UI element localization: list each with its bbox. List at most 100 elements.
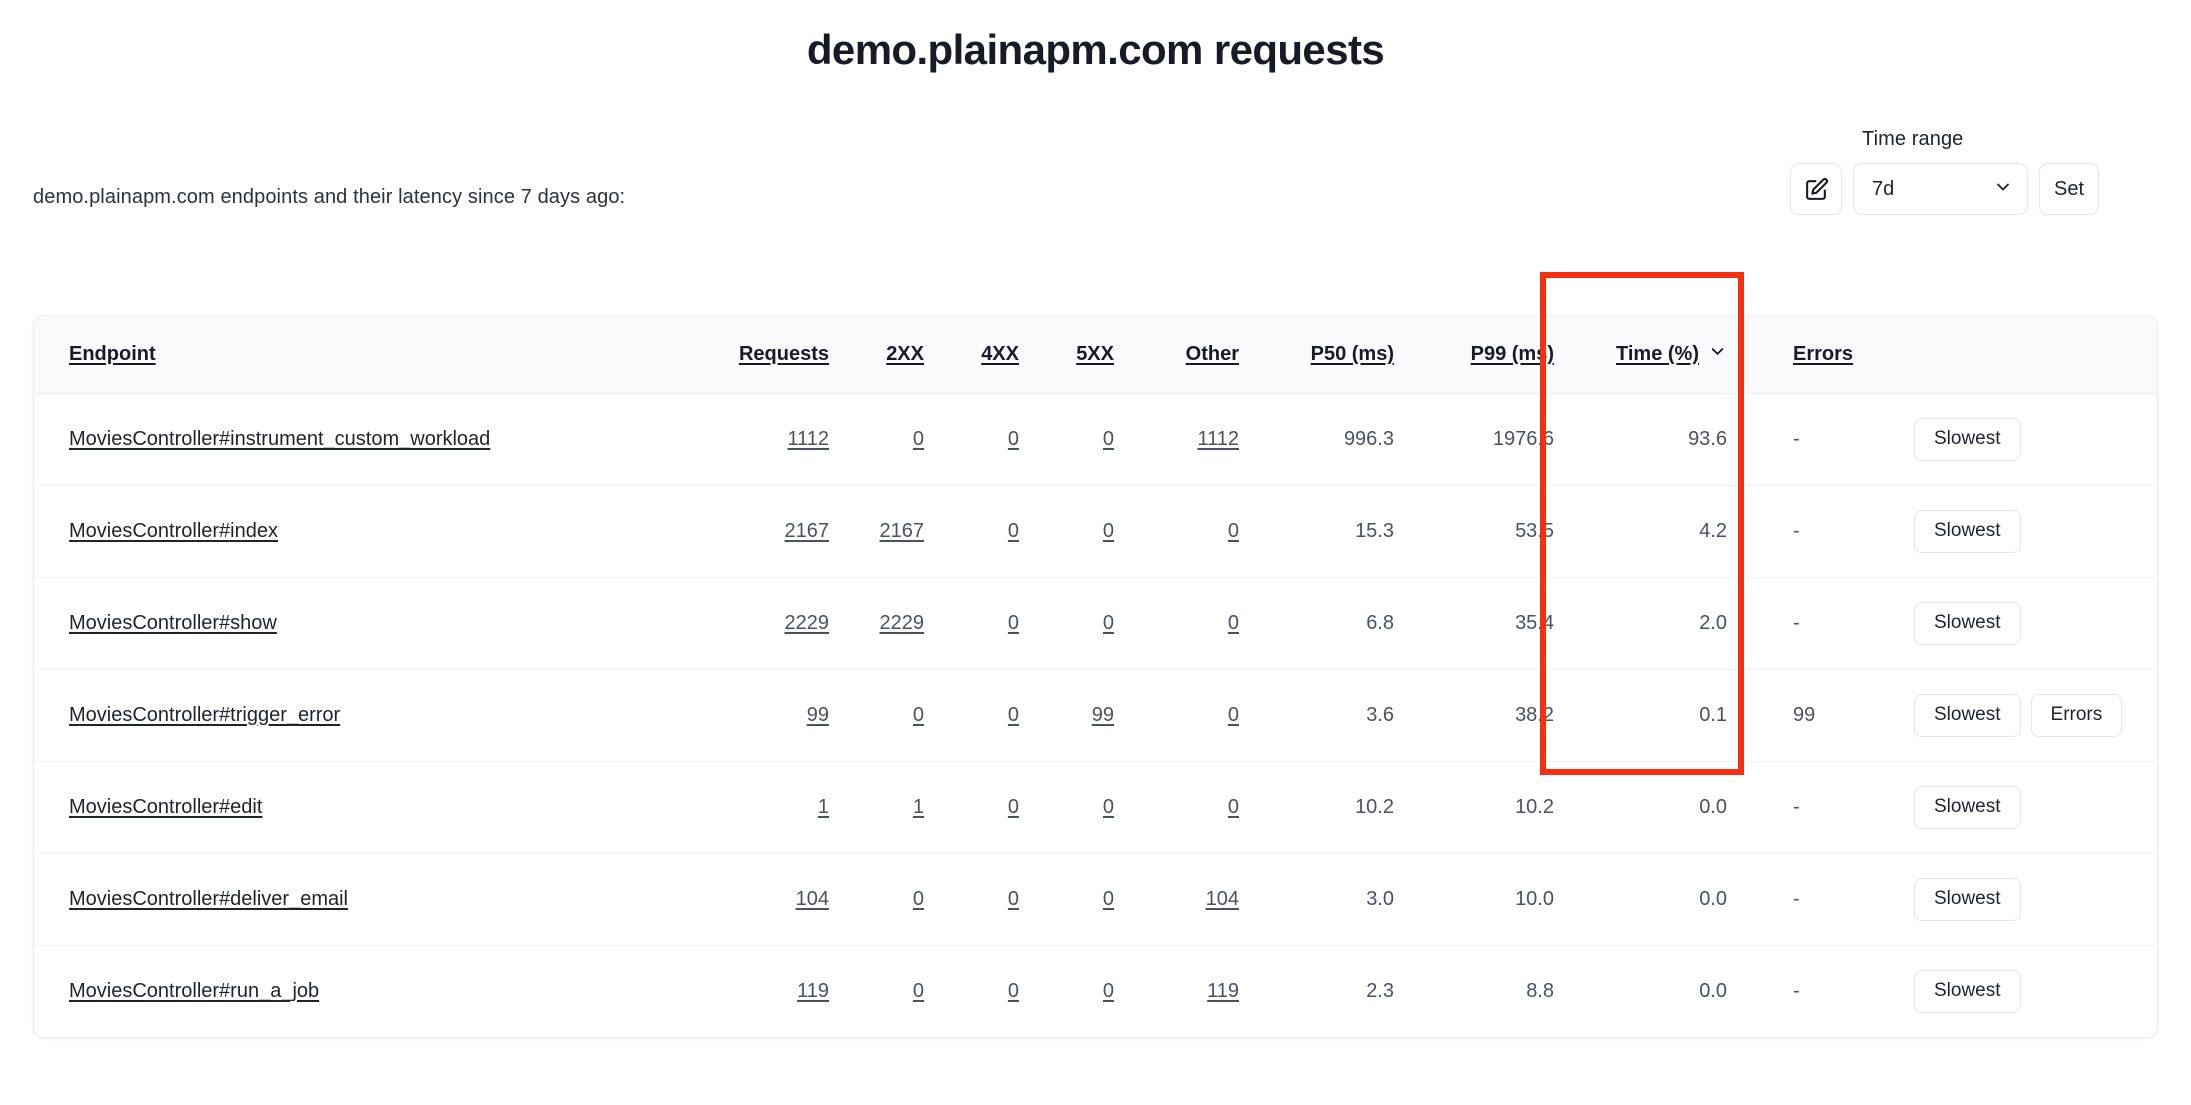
cell-requests: 119 (654, 945, 829, 1037)
cell-2xx: 2167 (829, 485, 925, 578)
slowest-button[interactable]: Slowest (1914, 693, 2021, 737)
count-2xx-link[interactable]: 2167 (880, 520, 925, 542)
count-4xx-link[interactable]: 0 (1008, 612, 1019, 634)
count-2xx-link[interactable]: 0 (913, 704, 924, 726)
count-2xx-link[interactable]: 0 (913, 980, 924, 1002)
requests-link[interactable]: 99 (807, 704, 829, 726)
count-other-link[interactable]: 1112 (1197, 428, 1239, 450)
count-5xx-link[interactable]: 0 (1103, 612, 1114, 634)
cell-4xx: 0 (924, 393, 1019, 486)
column-header-requests[interactable]: Requests (654, 316, 829, 394)
column-header-actions (1914, 316, 2157, 394)
count-4xx-link[interactable]: 0 (1008, 520, 1019, 542)
count-4xx-link[interactable]: 0 (1008, 888, 1019, 910)
cell-p50: 3.6 (1239, 669, 1394, 762)
column-header-2xx[interactable]: 2XX (829, 316, 924, 394)
slowest-button[interactable]: Slowest (1914, 877, 2021, 921)
table-row: MoviesController#run_a_job 119 0 0 0 119… (34, 945, 2157, 1037)
count-other-link[interactable]: 0 (1228, 704, 1239, 726)
requests-link[interactable]: 1112 (787, 428, 829, 450)
cell-other: 0 (1114, 669, 1239, 762)
cell-actions: Slowest (1914, 945, 2157, 1037)
count-2xx-link[interactable]: 2229 (880, 612, 925, 634)
time-range-control-group: Time range 7d Set (1790, 128, 2161, 215)
column-header-errors[interactable]: Errors (1759, 316, 1914, 394)
count-other-link[interactable]: 104 (1206, 888, 1239, 910)
cell-p99: 35.4 (1394, 577, 1554, 670)
count-5xx-link[interactable]: 99 (1092, 704, 1114, 726)
count-2xx-link[interactable]: 1 (913, 796, 924, 818)
endpoint-link[interactable]: MoviesController#index (69, 520, 278, 542)
row-actions: Slowest (1914, 969, 2157, 1013)
cell-actions: Slowest Errors (1914, 669, 2157, 762)
slowest-button[interactable]: Slowest (1914, 417, 2021, 461)
count-4xx-link[interactable]: 0 (1008, 704, 1019, 726)
table-row: MoviesController#index 2167 2167 0 0 0 1… (34, 485, 2157, 578)
requests-link[interactable]: 2229 (785, 612, 830, 634)
endpoint-link[interactable]: MoviesController#edit (69, 796, 262, 818)
cell-requests: 2229 (654, 577, 830, 670)
endpoint-link[interactable]: MoviesController#show (69, 612, 277, 634)
chevron-down-icon[interactable] (1708, 342, 1727, 367)
cell-p99: 38.2 (1394, 669, 1554, 762)
cell-time-percent: 0.0 (1554, 761, 1759, 854)
cell-other: 0 (1114, 577, 1239, 670)
column-header-other[interactable]: Other (1114, 316, 1239, 394)
page-title: demo.plainapm.com requests (806, 26, 1385, 73)
count-2xx-link[interactable]: 0 (913, 428, 924, 450)
cell-endpoint: MoviesController#index (34, 485, 654, 578)
requests-link[interactable]: 1 (818, 796, 829, 818)
endpoint-link[interactable]: MoviesController#instrument_custom_workl… (69, 428, 490, 450)
cell-requests: 104 (654, 853, 829, 946)
count-4xx-link[interactable]: 0 (1008, 796, 1019, 818)
requests-link[interactable]: 2167 (785, 520, 830, 542)
count-5xx-link[interactable]: 0 (1103, 428, 1114, 450)
cell-actions: Slowest (1914, 393, 2157, 486)
endpoint-link[interactable]: MoviesController#deliver_email (69, 888, 348, 910)
column-header-5xx[interactable]: 5XX (1019, 316, 1114, 394)
count-other-link[interactable]: 0 (1228, 796, 1239, 818)
time-range-select[interactable]: 7d (1853, 163, 2028, 215)
requests-link[interactable]: 119 (797, 980, 829, 1002)
cell-p99: 1976.6 (1394, 393, 1554, 486)
requests-link[interactable]: 104 (796, 888, 829, 910)
count-2xx-link[interactable]: 0 (913, 888, 924, 910)
count-5xx-link[interactable]: 0 (1103, 520, 1114, 542)
table-row: MoviesController#show 2229 2229 0 0 0 6.… (34, 577, 2157, 670)
row-actions: Slowest Errors (1914, 693, 2157, 737)
table-row: MoviesController#trigger_error 99 0 0 99… (34, 669, 2157, 762)
column-header-endpoint[interactable]: Endpoint (34, 316, 654, 394)
count-other-link[interactable]: 0 (1228, 520, 1239, 542)
column-header-4xx[interactable]: 4XX (924, 316, 1019, 394)
slowest-button[interactable]: Slowest (1914, 509, 2021, 553)
cell-5xx: 0 (1019, 945, 1114, 1037)
cell-time-percent: 93.6 (1554, 393, 1759, 486)
cell-other: 1112 (1114, 393, 1239, 486)
cell-5xx: 0 (1019, 577, 1114, 670)
row-actions: Slowest (1914, 601, 2157, 645)
slowest-button[interactable]: Slowest (1914, 601, 2021, 645)
errors-button[interactable]: Errors (2030, 693, 2123, 737)
count-other-link[interactable]: 0 (1228, 612, 1239, 634)
column-header-p99[interactable]: P99 (ms) (1394, 316, 1554, 394)
edit-time-range-button[interactable] (1790, 163, 1842, 215)
count-4xx-link[interactable]: 0 (1008, 428, 1019, 450)
cell-other: 119 (1114, 945, 1239, 1037)
column-header-p50[interactable]: P50 (ms) (1239, 316, 1394, 394)
column-header-time-percent[interactable]: Time (%) (1554, 316, 1759, 394)
set-time-range-button[interactable]: Set (2039, 163, 2099, 215)
count-5xx-link[interactable]: 0 (1103, 888, 1114, 910)
cell-endpoint: MoviesController#edit (34, 761, 654, 854)
cell-errors: - (1793, 979, 1800, 1002)
cell-2xx: 1 (829, 761, 924, 854)
count-5xx-link[interactable]: 0 (1103, 980, 1114, 1002)
slowest-button[interactable]: Slowest (1914, 785, 2021, 829)
cell-actions: Slowest (1914, 761, 2157, 854)
endpoint-link[interactable]: MoviesController#run_a_job (69, 980, 319, 1002)
cell-4xx: 0 (924, 577, 1019, 670)
count-5xx-link[interactable]: 0 (1103, 796, 1114, 818)
count-other-link[interactable]: 119 (1207, 980, 1239, 1002)
count-4xx-link[interactable]: 0 (1008, 980, 1019, 1002)
endpoint-link[interactable]: MoviesController#trigger_error (69, 704, 340, 726)
slowest-button[interactable]: Slowest (1914, 969, 2021, 1013)
